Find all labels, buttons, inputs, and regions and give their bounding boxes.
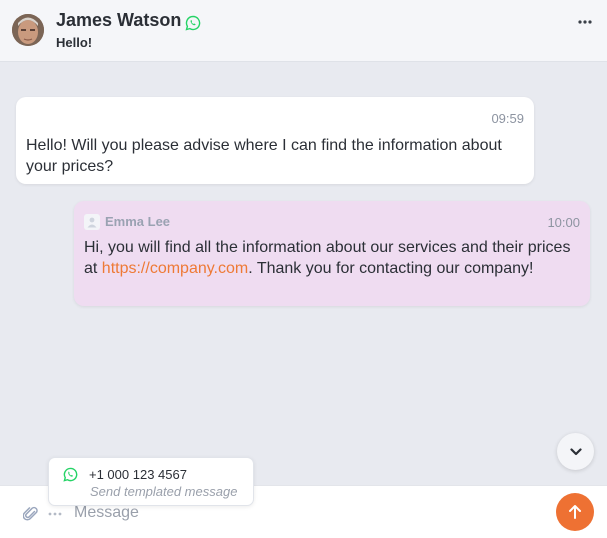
avatar[interactable]	[12, 14, 44, 46]
sender-name: Emma Lee	[105, 214, 171, 229]
message-time: 10:00	[547, 215, 580, 230]
outgoing-message: Emma Lee 10:00 Hi, you will find all the…	[74, 201, 590, 306]
company-link[interactable]: https://company.com	[102, 260, 248, 277]
whatsapp-icon	[63, 467, 78, 482]
more-options-button[interactable]	[575, 12, 595, 32]
template-hint: Send templated message	[90, 484, 238, 499]
contact-name: James Watson	[56, 10, 182, 30]
user-icon	[84, 213, 100, 230]
scroll-to-bottom-button[interactable]	[557, 433, 594, 470]
more-horizontal-icon	[578, 20, 592, 24]
send-button[interactable]	[556, 493, 594, 531]
paperclip-icon[interactable]	[23, 505, 39, 523]
more-horizontal-icon[interactable]	[48, 512, 62, 516]
whatsapp-icon	[185, 15, 201, 31]
message-time: 09:59	[491, 111, 524, 126]
last-message-preview: Hello!	[56, 35, 93, 50]
template-phone-number: +1 000 123 4567	[89, 467, 187, 482]
arrow-up-icon	[569, 505, 581, 519]
sender-row: Emma Lee	[84, 211, 170, 232]
message-text: Hi, you will find all the information ab…	[84, 237, 579, 279]
templated-message-popup[interactable]: +1 000 123 4567 Send templated message	[48, 457, 254, 506]
incoming-message: 09:59 Hello! Will you please advise wher…	[16, 97, 534, 184]
chevron-down-icon	[569, 447, 582, 455]
chat-header: James Watson Hello!	[0, 0, 607, 62]
message-text-end: . Thank you for contacting our company!	[248, 260, 534, 277]
message-text: Hello! Will you please advise where I ca…	[26, 137, 502, 175]
